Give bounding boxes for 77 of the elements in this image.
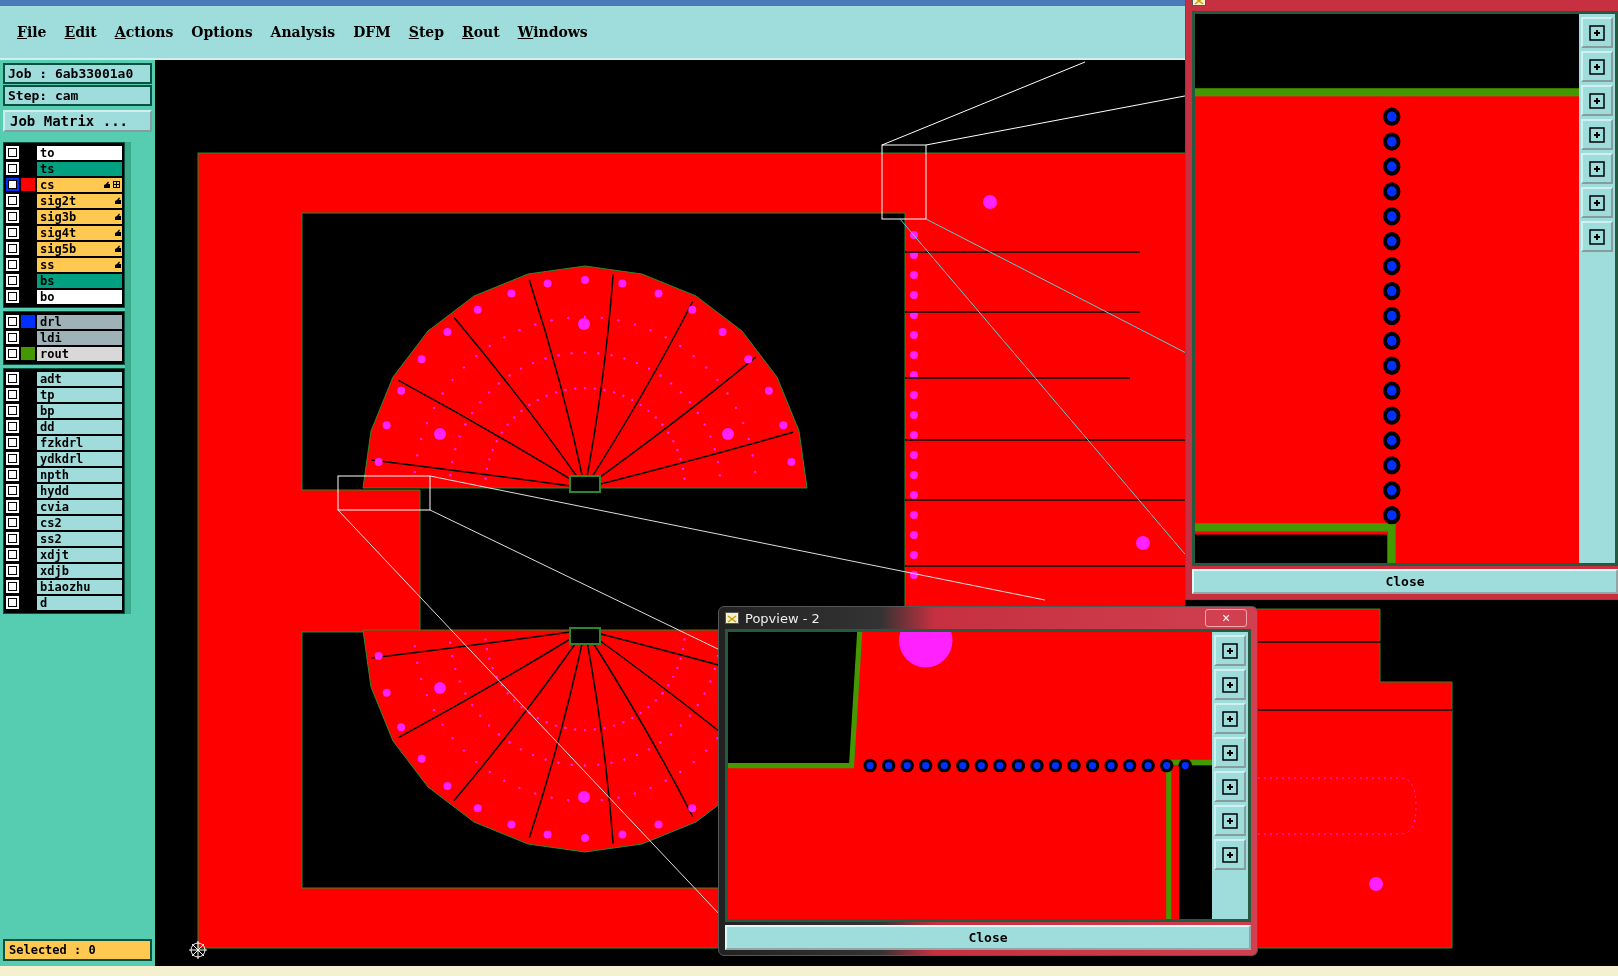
view-tool-button[interactable] [1581, 119, 1613, 150]
plus-square-icon [1587, 56, 1607, 77]
layer-name[interactable]: adt [37, 371, 122, 386]
view-tool-button[interactable] [1581, 153, 1613, 184]
view-tool-button[interactable] [1214, 635, 1246, 666]
layer-name[interactable]: hydd [37, 483, 122, 498]
layer-name[interactable]: ts [37, 161, 122, 176]
plus-square-icon [1220, 640, 1240, 661]
plus-square-icon [1587, 124, 1607, 145]
plus-square-icon [1587, 22, 1607, 43]
menu-item[interactable]: Step [399, 24, 454, 40]
origin-icon [188, 940, 208, 960]
layer-name[interactable]: xdjb [37, 563, 122, 578]
window-icon [725, 612, 739, 624]
menu-item[interactable]: Actions [105, 24, 183, 40]
plus-square-icon [1220, 810, 1240, 831]
layer-name[interactable]: drl [37, 314, 122, 329]
menu-item[interactable]: DFM [344, 24, 400, 40]
plus-square-icon [1220, 708, 1240, 729]
close-button[interactable]: Close [1192, 569, 1618, 594]
layer-name[interactable]: sig5b [37, 241, 122, 256]
view-tool-button[interactable] [1214, 703, 1246, 734]
layer-name[interactable]: cs [37, 177, 122, 192]
menu-item[interactable]: Rout [453, 24, 509, 40]
layer-name[interactable]: ldi [37, 330, 122, 345]
menu-item[interactable]: File [8, 24, 56, 40]
plus-square-icon [1220, 742, 1240, 763]
plus-square-icon [1587, 158, 1607, 179]
menu-item[interactable]: Analysis [261, 24, 345, 40]
menu-item[interactable]: Windows [508, 24, 597, 40]
layer-name[interactable]: tp [37, 387, 122, 402]
view-tool-button[interactable] [1581, 17, 1613, 48]
layer-name[interactable]: biaozhu [37, 579, 122, 594]
layer-name[interactable]: bo [37, 289, 122, 304]
plus-square-icon [1587, 90, 1607, 111]
plus-square-icon [1587, 226, 1607, 247]
job-label: Job : 6ab33001a0 [3, 63, 152, 84]
view-tool-button[interactable] [1214, 839, 1246, 870]
view-tool-button[interactable] [1214, 805, 1246, 836]
layer-name[interactable]: bp [37, 403, 122, 418]
plus-square-icon [1587, 192, 1607, 213]
layer-name[interactable]: d [37, 595, 122, 610]
view-tool-button[interactable] [1581, 51, 1613, 82]
layer-name[interactable]: cvia [37, 499, 122, 514]
view-tool-button[interactable] [1581, 187, 1613, 218]
plus-square-icon [1220, 674, 1240, 695]
close-button[interactable]: Close [725, 925, 1251, 950]
plus-square-icon [1220, 844, 1240, 865]
view-tool-button[interactable] [1214, 737, 1246, 768]
view-tool-button[interactable] [1214, 771, 1246, 802]
checkbox[interactable] [6, 178, 19, 192]
layer-name[interactable]: npth [37, 467, 122, 482]
view-tool-button[interactable] [1214, 669, 1246, 700]
close-button[interactable]: × [1205, 609, 1247, 627]
layer-name[interactable]: rout [37, 346, 122, 361]
layer-name[interactable]: xdjt [37, 547, 122, 562]
grid-icon [113, 181, 120, 189]
menu-item[interactable]: Edit [55, 24, 106, 40]
layer-name[interactable]: ydkdrl [37, 451, 122, 466]
layer-name[interactable]: sig3b [37, 209, 122, 224]
selected-count: Selected : 0 [3, 939, 152, 961]
plus-square-icon [1220, 776, 1240, 797]
layer-name[interactable]: sig2t [37, 193, 122, 208]
view-tool-button[interactable] [1581, 85, 1613, 116]
window-title: Popview - 2 [745, 610, 820, 626]
layer-name[interactable]: cs2 [37, 515, 122, 530]
layer-name[interactable]: fzkdrl [37, 435, 122, 450]
layer-name[interactable]: to [37, 145, 122, 160]
layer-name[interactable]: dd [37, 419, 122, 434]
view-tool-button[interactable] [1581, 221, 1613, 252]
job-matrix-button[interactable]: Job Matrix ... [3, 110, 152, 132]
step-label: Step: cam [3, 85, 152, 106]
menu-item[interactable]: Options [182, 24, 262, 40]
layer-name[interactable]: ss2 [37, 531, 122, 546]
layer-name[interactable]: sig4t [37, 225, 122, 240]
layer-name[interactable]: bs [37, 273, 122, 288]
layer-name[interactable]: ss [37, 257, 122, 272]
